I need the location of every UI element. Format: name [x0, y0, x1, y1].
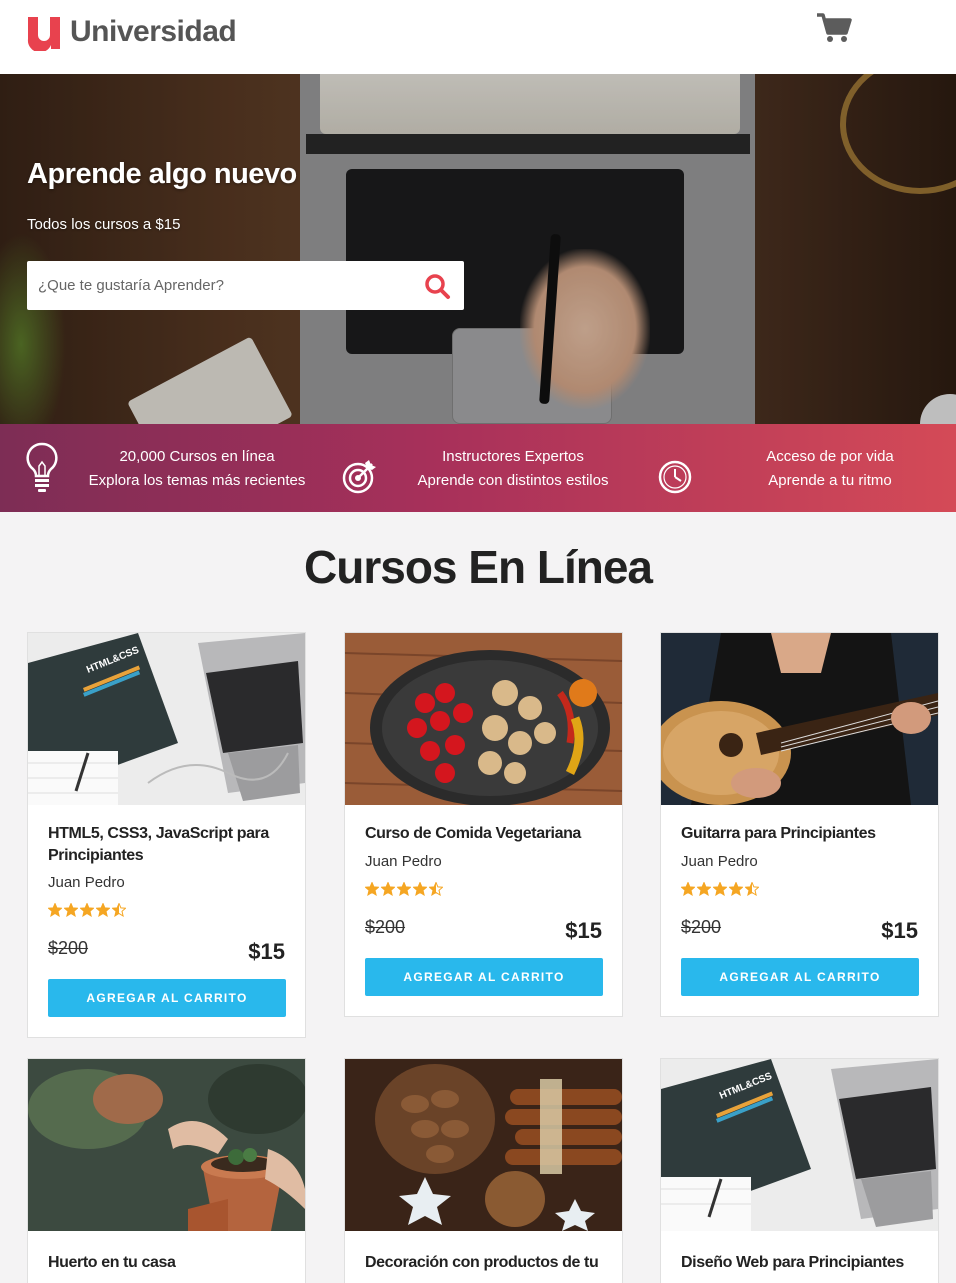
hero-banner: Aprende algo nuevo Todos los cursos a $1… [0, 74, 956, 424]
search-icon[interactable] [423, 272, 451, 300]
section-title: Cursos En Línea [304, 541, 653, 593]
add-to-cart-button[interactable]: AGREGAR AL CARRITO [48, 979, 286, 1017]
star-full-icon [64, 903, 78, 917]
course-card: Huerto en tu casa [27, 1058, 306, 1283]
star-half-icon [112, 903, 126, 917]
feature-instructors-desc: Aprende con distintos estilos [417, 472, 609, 489]
star-full-icon [413, 882, 427, 896]
feature-courses-desc: Explora los temas más recientes [88, 472, 306, 489]
star-half-icon [745, 882, 759, 896]
feature-access: Acceso de por vida Aprende a tu ritmo [710, 445, 950, 493]
course-author: Juan Pedro [48, 874, 125, 891]
html-css-book-image: HTML&CSS [28, 633, 305, 805]
target-icon [342, 460, 376, 494]
christmas-decor-image [345, 1059, 622, 1231]
lightbulb-icon [26, 442, 58, 492]
course-image[interactable] [345, 1059, 622, 1231]
course-card: HTML&CSS Diseño Web para Principiantes [660, 1058, 939, 1283]
star-full-icon [697, 882, 711, 896]
site-header: Universidad [0, 0, 956, 74]
feature-instructors-title: Instructores Expertos [442, 448, 584, 465]
star-full-icon [713, 882, 727, 896]
course-image[interactable]: HTML&CSS [28, 633, 305, 805]
course-card: Guitarra para Principiantes Juan Pedro $… [660, 632, 939, 1017]
hero-title: Aprende algo nuevo [27, 158, 297, 190]
garden-pot-image [28, 1059, 305, 1231]
course-card: Decoración con productos de tu [344, 1058, 623, 1283]
site-logo[interactable]: Universidad [26, 12, 237, 52]
course-author: Juan Pedro [365, 853, 442, 870]
course-author: Juan Pedro [681, 853, 758, 870]
feature-instructors: Instructores Expertos Aprende con distin… [393, 445, 633, 493]
feature-courses: 20,000 Cursos en línea Explora los temas… [77, 445, 317, 493]
course-image[interactable] [345, 633, 622, 805]
search-bar [27, 261, 464, 310]
course-image[interactable]: HTML&CSS [661, 1059, 938, 1231]
course-title[interactable]: Decoración con productos de tu [365, 1252, 610, 1274]
course-title[interactable]: Huerto en tu casa [48, 1252, 293, 1274]
features-bar: 20,000 Cursos en línea Explora los temas… [0, 424, 956, 512]
feature-courses-title: 20,000 Cursos en línea [119, 448, 275, 465]
vegetables-pan-image [345, 633, 622, 805]
course-title[interactable]: Curso de Comida Vegetariana [365, 823, 610, 845]
course-old-price: $200 [365, 917, 406, 937]
star-full-icon [365, 882, 379, 896]
star-full-icon [397, 882, 411, 896]
star-full-icon [80, 903, 94, 917]
course-card: Curso de Comida Vegetariana Juan Pedro $… [344, 632, 623, 1017]
html-css-book-image: HTML&CSS [661, 1059, 938, 1231]
star-full-icon [681, 882, 695, 896]
course-rating [365, 882, 445, 898]
course-rating [681, 882, 761, 898]
course-title[interactable]: Guitarra para Principiantes [681, 823, 926, 845]
course-old-price: $200 [48, 938, 89, 958]
feature-access-title: Acceso de por vida [766, 448, 894, 465]
course-card: HTML&CSS HTML5, CSS3, JavaScript para Pr… [27, 632, 306, 1038]
star-full-icon [48, 903, 62, 917]
course-image[interactable] [28, 1059, 305, 1231]
course-price: $15 [248, 939, 285, 964]
shopping-cart-icon[interactable] [815, 12, 853, 44]
course-rating [48, 903, 128, 919]
course-image[interactable] [661, 633, 938, 805]
add-to-cart-button[interactable]: AGREGAR AL CARRITO [681, 958, 919, 996]
course-price: $15 [565, 918, 602, 943]
course-price: $15 [881, 918, 918, 943]
feature-access-desc: Aprende a tu ritmo [768, 472, 892, 489]
course-old-price: $200 [681, 917, 722, 937]
add-to-cart-button[interactable]: AGREGAR AL CARRITO [365, 958, 603, 996]
star-full-icon [96, 903, 110, 917]
logo-text: Universidad [70, 15, 237, 48]
star-full-icon [729, 882, 743, 896]
course-title[interactable]: HTML5, CSS3, JavaScript para Principiant… [48, 823, 293, 867]
star-half-icon [429, 882, 443, 896]
search-input[interactable] [27, 261, 407, 310]
logo-u-icon [27, 17, 60, 51]
course-title[interactable]: Diseño Web para Principiantes [681, 1252, 926, 1274]
clock-icon [658, 460, 692, 494]
star-full-icon [381, 882, 395, 896]
hero-subtitle: Todos los cursos a $15 [27, 216, 181, 233]
guitar-player-image [661, 633, 938, 805]
